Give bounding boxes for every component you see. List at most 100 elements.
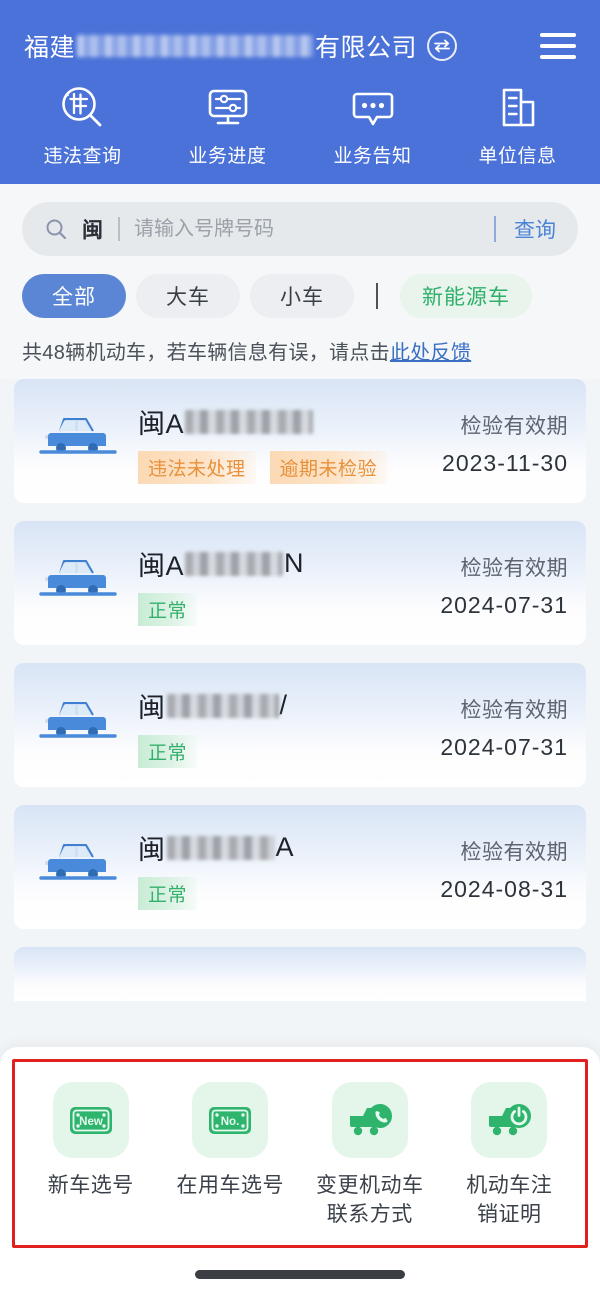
expiry-label: 检验有效期	[460, 414, 568, 438]
status-badges: 正常	[138, 593, 440, 626]
expiry-label: 检验有效期	[460, 698, 568, 722]
header-top-row: 福建 有限公司	[0, 24, 600, 68]
business-progress-icon	[203, 84, 253, 132]
plate-prefix: 闽A	[138, 551, 185, 581]
action-label: 机动车注 销证明	[466, 1172, 552, 1229]
action-label: 新车选号	[47, 1174, 134, 1198]
search-button-divider	[494, 216, 496, 242]
home-indicator	[195, 1270, 405, 1279]
switch-account-icon[interactable]	[427, 31, 458, 61]
expiry-label: 检验有效期	[460, 556, 568, 580]
header-nav: 违法查询 业务进度 业务告知 单位信息	[0, 84, 600, 168]
company-name-prefix: 福建	[24, 34, 76, 62]
status-badge: 正常	[138, 877, 198, 910]
violation-search-icon	[58, 84, 108, 132]
action-label-line1: 变更机动车	[316, 1174, 424, 1198]
hamburger-line	[540, 44, 576, 48]
hamburger-menu-icon[interactable]	[540, 33, 576, 59]
feedback-link[interactable]: 此处反馈	[390, 342, 471, 364]
nav-item-business-notice[interactable]: 业务告知	[300, 84, 445, 168]
status-badges: 正常	[138, 877, 440, 910]
svg-text:No.: No.	[221, 1116, 240, 1128]
vehicle-card[interactable]: 闽 / 正常 检验有效期 2024-07-31	[14, 663, 586, 787]
company-name: 福建 有限公司	[24, 28, 417, 64]
bottom-action-sheet: New 新车选号 No. 在用车选号 变更机动车 联系方式 机动车注 销证明	[0, 1047, 600, 1291]
plate-suffix: /	[279, 690, 288, 720]
action-existing-plate[interactable]: No. 在用车选号	[161, 1082, 301, 1229]
filter-separator	[376, 283, 378, 309]
inspection-expiry: 检验有效期 2024-07-31	[440, 548, 568, 619]
plate-masked	[185, 551, 284, 576]
search-icon	[44, 217, 68, 241]
nav-item-violation-search[interactable]: 违法查询	[10, 84, 155, 168]
filter-chip-large-vehicle[interactable]: 大车	[136, 274, 240, 318]
filter-chip-all[interactable]: 全部	[22, 274, 126, 318]
business-notice-icon	[348, 84, 398, 132]
action-new-plate[interactable]: New 新车选号	[21, 1082, 161, 1229]
plate-number: 闽A N	[138, 544, 440, 583]
vehicle-count-info: 共48辆机动车，若车辆信息有误，请点击此处反馈	[0, 318, 600, 379]
plate-suffix: A	[275, 832, 295, 862]
action-label: 变更机动车 联系方式	[316, 1172, 424, 1229]
nav-item-business-progress[interactable]: 业务进度	[155, 84, 300, 168]
highlight-frame: New 新车选号 No. 在用车选号 变更机动车 联系方式 机动车注 销证明	[12, 1059, 588, 1248]
plate-number: 闽 A	[138, 828, 440, 867]
search-divider	[118, 217, 120, 241]
filter-chip-small-vehicle[interactable]: 小车	[250, 274, 354, 318]
status-badges: 违法未处理 逾期未检验	[138, 451, 442, 484]
plate-number: 闽A	[138, 402, 442, 441]
car-icon	[20, 693, 138, 757]
search-submit-button[interactable]: 查询	[514, 214, 556, 244]
truck-power-icon	[471, 1082, 548, 1159]
vehicle-info: 闽 / 正常	[138, 682, 440, 768]
existing-plate-icon: No.	[192, 1082, 269, 1159]
nav-item-company-info[interactable]: 单位信息	[445, 84, 590, 168]
action-deregistration[interactable]: 机动车注 销证明	[440, 1082, 580, 1229]
vehicle-list: 闽A 违法未处理 逾期未检验 检验有效期 2023-11-30 闽A N 正常 …	[0, 379, 600, 1001]
action-label-line2: 联系方式	[326, 1202, 413, 1226]
vehicle-info: 闽A N 正常	[138, 540, 440, 626]
action-label-line1: 机动车注	[466, 1174, 553, 1198]
vehicle-info: 闽A 违法未处理 逾期未检验	[138, 398, 442, 484]
status-badge: 违法未处理	[138, 451, 256, 484]
nav-label: 业务告知	[333, 146, 412, 167]
plate-prefix: 闽A	[138, 409, 185, 439]
search-input[interactable]	[134, 217, 494, 241]
action-label-line2: 销证明	[477, 1202, 542, 1226]
nav-label: 单位信息	[478, 146, 557, 167]
plate-masked	[185, 409, 314, 434]
filter-chips: 全部 大车 小车 新能源车	[0, 256, 600, 318]
inspection-expiry: 检验有效期 2024-08-31	[440, 832, 568, 903]
filter-chip-new-energy[interactable]: 新能源车	[400, 274, 532, 318]
vehicle-card[interactable]: 闽A 违法未处理 逾期未检验 检验有效期 2023-11-30	[14, 379, 586, 503]
vehicle-card[interactable]: 闽A N 正常 检验有效期 2024-07-31	[14, 521, 586, 645]
plate-masked	[166, 835, 275, 860]
svg-text:New: New	[79, 1116, 103, 1128]
vehicle-card-partial[interactable]	[14, 947, 586, 1001]
expiry-date: 2024-07-31	[440, 591, 568, 618]
car-icon	[20, 551, 138, 615]
plate-prefix: 闽	[138, 693, 166, 723]
app-root: 福建 有限公司 违法查询 业务进度 业务告知 单位信息 闽 请输入号牌号码 查询…	[0, 0, 600, 1291]
plate-province-prefix[interactable]: 闽	[82, 214, 104, 244]
search-bar[interactable]: 闽 查询	[22, 202, 578, 256]
plate-masked	[166, 693, 279, 718]
inspection-expiry: 检验有效期 2023-11-30	[442, 406, 568, 477]
vehicle-count-text: 共48辆机动车，若车辆信息有误，请点击	[22, 342, 390, 364]
company-info-icon	[493, 84, 543, 132]
plate-number: 闽 /	[138, 686, 440, 725]
status-badge: 正常	[138, 735, 198, 768]
expiry-date: 2024-07-31	[440, 733, 568, 760]
expiry-label: 检验有效期	[460, 840, 568, 864]
nav-label: 违法查询	[43, 146, 122, 167]
company-name-suffix: 有限公司	[315, 34, 418, 62]
expiry-date: 2023-11-30	[442, 449, 568, 476]
nav-label: 业务进度	[188, 146, 267, 167]
truck-phone-icon	[331, 1082, 408, 1159]
action-change-contact[interactable]: 变更机动车 联系方式	[300, 1082, 440, 1229]
status-badges: 正常	[138, 735, 440, 768]
company-name-masked	[77, 35, 314, 57]
vehicle-card[interactable]: 闽 A 正常 检验有效期 2024-08-31	[14, 805, 586, 929]
car-icon	[20, 409, 138, 473]
plate-suffix: N	[284, 548, 305, 578]
